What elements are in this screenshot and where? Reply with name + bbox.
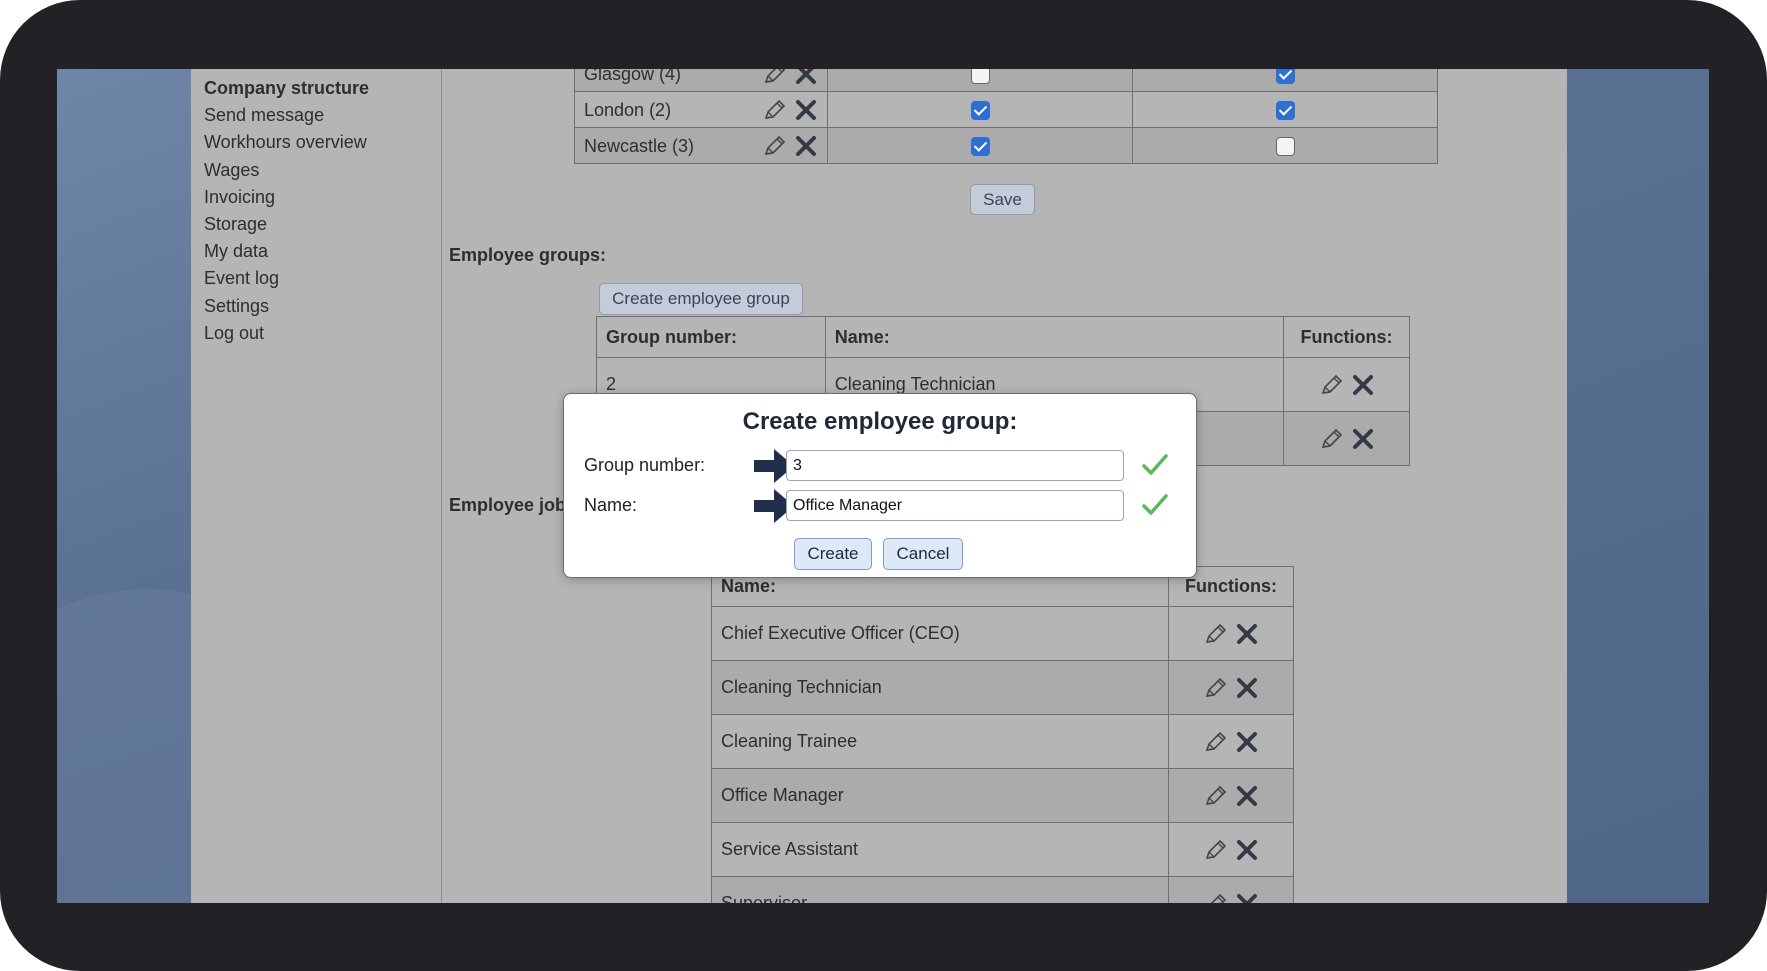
- location-checkbox[interactable]: [970, 69, 990, 84]
- job-actions: [1168, 876, 1294, 904]
- x-icon[interactable]: [1351, 427, 1375, 451]
- cancel-button[interactable]: Cancel: [883, 538, 963, 570]
- sidebar-item-my-data[interactable]: My data: [204, 238, 441, 265]
- location-actions: [762, 69, 818, 87]
- group-number-input[interactable]: 3: [786, 450, 1124, 481]
- sidebar: Company structure Send message Workhours…: [191, 69, 442, 903]
- table-row: Newcastle (3): [574, 127, 1438, 164]
- job-name-cell: Cleaning Technician: [710, 660, 1170, 715]
- column-header: Group number:: [596, 316, 826, 358]
- table-row: Cleaning Trainee: [710, 714, 1294, 769]
- job-actions: [1168, 714, 1294, 769]
- x-icon[interactable]: [1351, 373, 1375, 397]
- sidebar-item-send-message[interactable]: Send message: [204, 102, 441, 129]
- locations-table: Glasgow (4) London (2) Newcastle (3): [574, 69, 1438, 164]
- location-checkbox[interactable]: [970, 100, 990, 120]
- create-employee-group-dialog: Create employee group: Group number: 3 N…: [563, 393, 1197, 578]
- sidebar-item-settings[interactable]: Settings: [204, 293, 441, 320]
- name-label: Name:: [584, 495, 638, 515]
- create-button[interactable]: Create: [794, 538, 872, 570]
- column-header: Functions:: [1283, 316, 1410, 358]
- location-name: London (2): [584, 99, 672, 120]
- pencil-icon[interactable]: [1319, 426, 1345, 452]
- location-checkbox[interactable]: [1275, 136, 1295, 156]
- pencil-icon[interactable]: [1203, 891, 1229, 904]
- table-row: London (2): [574, 91, 1438, 128]
- pencil-icon[interactable]: [1203, 675, 1229, 701]
- table-row: Supervisor: [710, 876, 1294, 904]
- group-actions: [1283, 411, 1410, 466]
- group-actions: [1283, 357, 1410, 412]
- screen: Company structure Send message Workhours…: [57, 69, 1709, 903]
- location-checkbox[interactable]: [1275, 69, 1295, 84]
- job-actions: [1168, 660, 1294, 715]
- job-actions: [1168, 768, 1294, 823]
- table-row: Office Manager: [710, 768, 1294, 823]
- checkmark-icon: [1142, 454, 1168, 475]
- x-icon[interactable]: [794, 69, 818, 86]
- employee-groups-heading: Employee groups:: [449, 245, 607, 265]
- pencil-icon[interactable]: [1319, 372, 1345, 398]
- sidebar-item-wages[interactable]: Wages: [204, 157, 441, 184]
- sidebar-item-storage[interactable]: Storage: [204, 211, 441, 238]
- location-actions: [762, 93, 818, 123]
- location-actions: [762, 129, 818, 159]
- x-icon[interactable]: [794, 134, 818, 158]
- x-icon[interactable]: [1235, 730, 1259, 754]
- sidebar-menu: Company structure Send message Workhours…: [191, 69, 441, 347]
- pencil-icon[interactable]: [1203, 621, 1229, 647]
- device-frame: Company structure Send message Workhours…: [0, 0, 1767, 971]
- table-row: Service Assistant: [710, 822, 1294, 877]
- sidebar-item-event-log[interactable]: Event log: [204, 265, 441, 292]
- pencil-icon[interactable]: [762, 69, 788, 87]
- job-name-cell: Cleaning Trainee: [710, 714, 1170, 769]
- pencil-icon[interactable]: [1203, 837, 1229, 863]
- x-icon[interactable]: [1235, 622, 1259, 646]
- x-icon[interactable]: [794, 98, 818, 122]
- pencil-icon[interactable]: [762, 97, 788, 123]
- dialog-title: Create employee group:: [742, 408, 1018, 435]
- employee-jobs-table: Name: Functions: Chief Executive Officer…: [710, 566, 1294, 904]
- create-employee-group-button[interactable]: Create employee group: [599, 283, 803, 315]
- location-name: Newcastle (3): [584, 135, 695, 156]
- x-icon[interactable]: [1235, 838, 1259, 862]
- pencil-icon[interactable]: [1203, 729, 1229, 755]
- save-button[interactable]: Save: [970, 184, 1035, 215]
- table-row: Cleaning Technician: [710, 660, 1294, 715]
- job-name-cell: Service Assistant: [710, 822, 1170, 877]
- sidebar-item-invoicing[interactable]: Invoicing: [204, 184, 441, 211]
- sidebar-item-workhours-overview[interactable]: Workhours overview: [204, 129, 441, 156]
- pencil-icon[interactable]: [1203, 783, 1229, 809]
- checkmark-icon: [1142, 494, 1168, 515]
- x-icon[interactable]: [1235, 892, 1259, 904]
- job-name-cell: Chief Executive Officer (CEO): [710, 606, 1170, 661]
- pencil-icon[interactable]: [762, 133, 788, 159]
- column-header: Name:: [824, 316, 1285, 358]
- table-header-row: Group number: Name: Functions:: [596, 316, 1410, 358]
- sidebar-item-log-out[interactable]: Log out: [204, 320, 441, 347]
- location-checkbox[interactable]: [1275, 100, 1295, 120]
- sidebar-item-company-structure[interactable]: Company structure: [204, 75, 441, 102]
- job-name-cell: Office Manager: [710, 768, 1170, 823]
- job-actions: [1168, 606, 1294, 661]
- location-name: Glasgow (4): [584, 69, 682, 84]
- table-row: Glasgow (4): [574, 69, 1438, 92]
- job-name-cell: Supervisor: [710, 876, 1170, 903]
- job-actions: [1168, 822, 1294, 877]
- x-icon[interactable]: [1235, 784, 1259, 808]
- table-row: Chief Executive Officer (CEO): [710, 606, 1294, 661]
- x-icon[interactable]: [1235, 676, 1259, 700]
- group-number-label: Group number:: [584, 455, 706, 475]
- name-input[interactable]: Office Manager: [786, 490, 1124, 521]
- location-checkbox[interactable]: [970, 136, 990, 156]
